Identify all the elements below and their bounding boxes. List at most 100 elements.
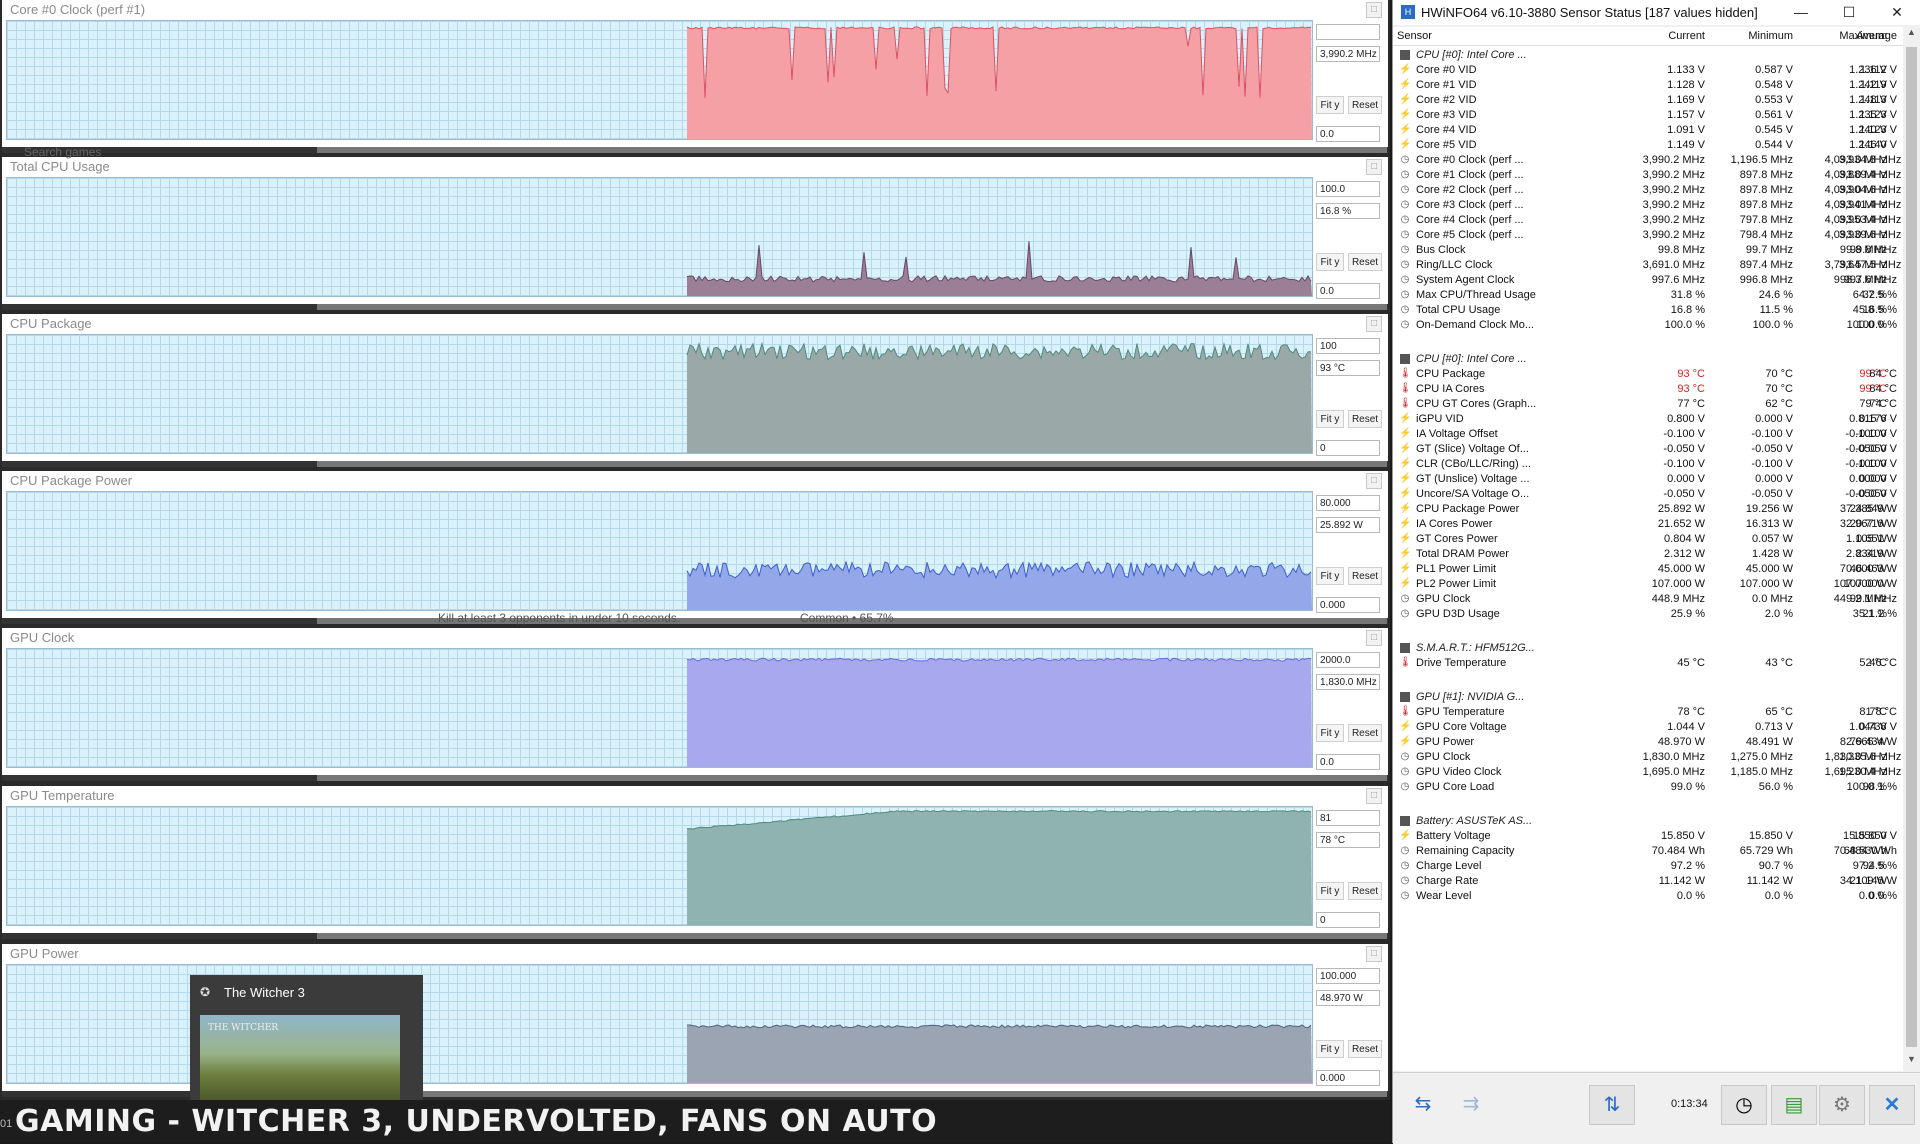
sensor-value: 448.9 MHz: [1651, 593, 1705, 605]
clock-reset-icon[interactable]: ◷: [1721, 1085, 1767, 1125]
reset-button[interactable]: Reset: [1348, 882, 1382, 900]
reset-button[interactable]: Reset: [1348, 724, 1382, 742]
exit-x-icon[interactable]: ✕: [1869, 1085, 1915, 1125]
sensor-value: 107.000 W: [1843, 578, 1897, 590]
background-search-text: Search games: [24, 145, 102, 159]
graph-scroll-thumb[interactable]: [317, 775, 1387, 781]
temp-icon: 🌡: [1399, 383, 1412, 394]
graph-close-icon[interactable]: □: [1366, 2, 1382, 18]
reset-button[interactable]: Reset: [1348, 253, 1382, 271]
graph-max-field[interactable]: 100: [1316, 338, 1380, 354]
fit-y-button[interactable]: Fit y: [1316, 882, 1344, 900]
sensor-value: 1.123 V: [1859, 109, 1897, 121]
graph-scroll-thumb[interactable]: [317, 147, 1387, 153]
graph-scrollbar[interactable]: [2, 461, 1388, 467]
graph-min-field[interactable]: 0.000: [1316, 1070, 1380, 1086]
sensor-value: 1,185.0 MHz: [1730, 766, 1793, 778]
sensor-value: 16.5 %: [1862, 304, 1897, 316]
sensor-row[interactable]: ◷ Wear Level 0.0 % 0.0 % 0.0 % 0.0 %: [1393, 887, 1903, 905]
graph-scrollbar[interactable]: [2, 775, 1388, 781]
fit-y-button[interactable]: Fit y: [1316, 96, 1344, 114]
fit-y-button[interactable]: Fit y: [1316, 410, 1344, 428]
graph-scroll-thumb[interactable]: [317, 304, 1387, 310]
popup-title: The Witcher 3: [224, 985, 305, 1000]
graph-scroll-thumb[interactable]: [317, 933, 1387, 939]
graph-scrollbar[interactable]: [2, 618, 1388, 624]
graph-svg: [686, 809, 1312, 925]
sensor-value: 84 °C: [1869, 383, 1897, 395]
graph-max-field[interactable]: 100.000: [1316, 968, 1380, 984]
scroll-down-arrow[interactable]: ▼: [1903, 1054, 1920, 1071]
sensor-row[interactable]: ◷ On-Demand Clock Mo... 100.0 % 100.0 % 100.…: [1393, 316, 1903, 334]
graph-scrollbar[interactable]: [2, 304, 1388, 310]
graph-max-field[interactable]: 100.0: [1316, 181, 1380, 197]
graph-min-field[interactable]: 0: [1316, 440, 1380, 456]
reset-button[interactable]: Reset: [1348, 567, 1382, 585]
sensor-value: 94.5 %: [1862, 860, 1897, 872]
scroll-thumb[interactable]: [1906, 47, 1917, 1047]
sensor-name: Max CPU/Thread Usage: [1416, 289, 1536, 301]
col-current[interactable]: Current: [1623, 30, 1705, 42]
sensor-row[interactable]: 🌡 Drive Temperature 45 °C 43 °C 52 °C 46 °C: [1393, 654, 1903, 672]
col-minimum[interactable]: Minimum: [1711, 30, 1793, 42]
sensor-scrollbar[interactable]: ▲ ▼: [1903, 27, 1920, 1071]
graph-max-field[interactable]: 81: [1316, 810, 1380, 826]
settings-gear-icon[interactable]: ⚙: [1819, 1085, 1865, 1125]
sensor-row[interactable]: ◷ GPU D3D Usage 25.9 % 2.0 % 35.1 % 21.2 %: [1393, 605, 1903, 623]
chip-icon: [1400, 816, 1410, 826]
graph-min-field[interactable]: 0.0: [1316, 126, 1380, 142]
fit-y-button[interactable]: Fit y: [1316, 724, 1344, 742]
col-average[interactable]: Average: [1839, 30, 1897, 42]
sensor-value: 0.713 V: [1755, 721, 1793, 733]
sensor-name: Core #3 VID: [1416, 109, 1477, 121]
series-line: [686, 241, 1312, 283]
sensor-name: Core #0 VID: [1416, 64, 1477, 76]
prev-next-arrows-icon[interactable]: ⇆: [1401, 1085, 1445, 1125]
sensor-value: 70 °C: [1765, 383, 1793, 395]
fit-y-button[interactable]: Fit y: [1316, 1040, 1344, 1058]
game-thumbnail[interactable]: THE WITCHER: [200, 1015, 400, 1100]
caption-text: GAMING - WITCHER 3, UNDERVOLTED, FANS ON…: [15, 1104, 938, 1139]
reset-button[interactable]: Reset: [1348, 96, 1382, 114]
graph-max-field[interactable]: [1316, 24, 1380, 40]
bolt-icon: ⚡: [1399, 109, 1412, 120]
graph-panel: GPU Temperature □ 81 78 °C Fit y Reset 0: [2, 786, 1388, 939]
sensor-name: GPU Video Clock: [1416, 766, 1502, 778]
graph-close-icon[interactable]: □: [1366, 316, 1382, 332]
log-file-icon[interactable]: ▤: [1771, 1085, 1817, 1125]
maximize-button[interactable]: ☐: [1825, 0, 1873, 25]
sensor-row[interactable]: ◷ GPU Core Load 99.0 % 56.0 % 100.0 % 98.1 %: [1393, 778, 1903, 796]
reset-button[interactable]: Reset: [1348, 1040, 1382, 1058]
graph-close-icon[interactable]: □: [1366, 159, 1382, 175]
graph-scroll-thumb[interactable]: [317, 1091, 1387, 1097]
graph-scrollbar[interactable]: [2, 933, 1388, 939]
scroll-up-arrow[interactable]: ▲: [1903, 27, 1920, 44]
col-sensor[interactable]: Sensor: [1397, 30, 1432, 42]
graph-min-field[interactable]: 0.0: [1316, 754, 1380, 770]
graph-max-field[interactable]: 2000.0: [1316, 652, 1380, 668]
graph-close-icon[interactable]: □: [1366, 788, 1382, 804]
graph-scrollbar[interactable]: [2, 147, 1388, 153]
graph-max-field[interactable]: 80.000: [1316, 495, 1380, 511]
sensor-list[interactable]: CPU [#0]: Intel Core ... ⚡ Core #0 VID 1.13…: [1393, 46, 1903, 1071]
bolt-icon: ⚡: [1399, 443, 1412, 454]
sensor-value: 1,196.5 MHz: [1730, 154, 1793, 166]
graph-scroll-thumb[interactable]: [317, 461, 1387, 467]
graph-close-icon[interactable]: □: [1366, 473, 1382, 489]
game-popup[interactable]: ✪ The Witcher 3 THE WITCHER: [190, 975, 423, 1100]
minimize-button[interactable]: —: [1777, 0, 1825, 25]
sensor-value: 74 °C: [1869, 398, 1897, 410]
graph-min-field[interactable]: 0: [1316, 912, 1380, 928]
reset-button[interactable]: Reset: [1348, 410, 1382, 428]
sensor-value: 45.000 W: [1745, 563, 1793, 575]
graph-close-icon[interactable]: □: [1366, 630, 1382, 646]
fit-y-button[interactable]: Fit y: [1316, 253, 1344, 271]
graph-close-icon[interactable]: □: [1366, 946, 1382, 962]
close-button[interactable]: ✕: [1873, 0, 1920, 25]
title-bar[interactable]: H HWiNFO64 v6.10-3880 Sensor Status [187…: [1393, 0, 1920, 25]
graph-min-field[interactable]: 0.000: [1316, 597, 1380, 613]
graph-min-field[interactable]: 0.0: [1316, 283, 1380, 299]
collapse-arrows-icon[interactable]: ⇉: [1449, 1085, 1493, 1125]
fit-y-button[interactable]: Fit y: [1316, 567, 1344, 585]
network-icon[interactable]: ⇅: [1589, 1085, 1635, 1125]
